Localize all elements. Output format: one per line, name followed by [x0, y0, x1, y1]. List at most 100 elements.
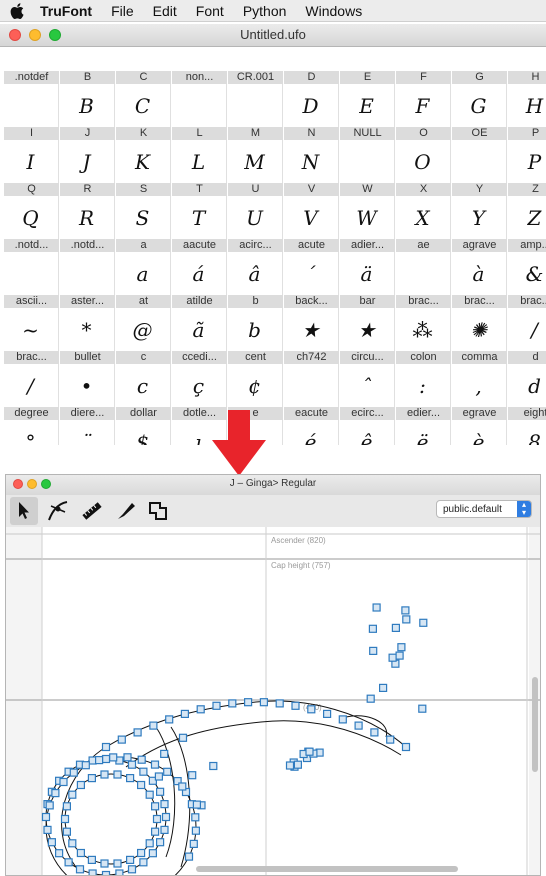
point-marker[interactable]	[45, 801, 54, 810]
point-marker[interactable]	[391, 623, 400, 633]
menu-app-name[interactable]: TruFont	[40, 3, 92, 19]
knife-tool-button[interactable]	[112, 497, 140, 525]
glyph-cell[interactable]: brac... ✺	[451, 295, 507, 352]
glyph-cell[interactable]: HH	[507, 71, 546, 128]
glyph-cell[interactable]: aster... *	[59, 295, 115, 352]
point-marker[interactable]	[191, 826, 200, 835]
point-marker[interactable]	[69, 768, 78, 777]
point-marker[interactable]	[156, 838, 165, 847]
point-marker[interactable]	[151, 802, 160, 811]
glyph-cell[interactable]: cc	[115, 351, 171, 408]
glyph-cell[interactable]: back... ★	[283, 295, 339, 352]
point-marker[interactable]	[59, 777, 68, 787]
glyph-cell[interactable]: amp...&	[507, 239, 546, 296]
glyph-cell[interactable]: .notd...	[3, 239, 59, 296]
point-marker[interactable]	[101, 870, 111, 876]
menu-edit[interactable]: Edit	[153, 3, 177, 19]
glyph-cell[interactable]: KK	[115, 127, 171, 184]
point-marker[interactable]	[152, 814, 162, 824]
point-marker[interactable]	[386, 735, 395, 744]
point-marker[interactable]	[139, 767, 148, 776]
glyph-cell[interactable]: .notd...	[59, 239, 115, 296]
point-marker[interactable]	[307, 705, 316, 714]
point-marker[interactable]	[259, 698, 268, 707]
point-marker[interactable]	[113, 770, 122, 779]
glyph-cell[interactable]: FF	[395, 71, 451, 128]
point-marker[interactable]	[115, 869, 124, 875]
point-marker[interactable]	[43, 825, 52, 834]
point-marker[interactable]	[372, 603, 381, 612]
point-marker[interactable]	[180, 709, 189, 718]
glyph-cell[interactable]: NULL	[339, 127, 395, 184]
glyph-cell[interactable]: atilde ã	[171, 295, 227, 352]
glyph-cell[interactable]: adier... ä	[339, 239, 395, 296]
glyph-cell[interactable]: CR.001	[227, 71, 283, 128]
apple-menu-icon[interactable]	[10, 2, 24, 19]
point-marker[interactable]	[275, 699, 284, 708]
glyph-cell[interactable]: egrave è	[451, 407, 507, 445]
glyph-cell[interactable]: colon:	[395, 351, 451, 408]
overview-titlebar[interactable]: Untitled.ufo	[0, 24, 546, 47]
point-marker[interactable]	[160, 749, 169, 758]
point-marker[interactable]	[62, 827, 72, 836]
point-marker[interactable]	[178, 782, 187, 791]
glyph-cell[interactable]: aacute á	[171, 239, 227, 296]
point-marker[interactable]	[149, 721, 158, 730]
glyph-cell[interactable]: circu... ˆ	[339, 351, 395, 408]
point-marker[interactable]	[338, 715, 347, 724]
point-marker[interactable]	[402, 615, 411, 624]
glyph-cell[interactable]: at @	[115, 295, 171, 352]
point-marker[interactable]	[151, 827, 160, 836]
glyph-cell[interactable]: bar ★	[339, 295, 395, 352]
menu-windows[interactable]: Windows	[305, 3, 362, 19]
horizontal-scrollbar[interactable]	[196, 866, 458, 872]
point-marker[interactable]	[368, 624, 377, 633]
point-marker[interactable]	[419, 618, 428, 627]
glyph-cell[interactable]: TT	[171, 183, 227, 240]
glyph-cell[interactable]: brac.../	[3, 351, 59, 408]
point-marker[interactable]	[397, 643, 406, 652]
point-marker[interactable]	[323, 709, 332, 718]
shapes-tool-button[interactable]	[144, 497, 172, 525]
point-marker[interactable]	[156, 787, 165, 796]
point-marker[interactable]	[293, 760, 302, 769]
point-marker[interactable]	[81, 761, 90, 770]
point-marker[interactable]	[369, 646, 378, 656]
glyph-cell[interactable]: EE	[339, 71, 395, 128]
point-marker[interactable]	[94, 756, 104, 765]
glyph-cell[interactable]: OE	[451, 127, 507, 184]
selection-tool-button[interactable]	[10, 497, 38, 525]
layer-select[interactable]: public.default ▴ ▾	[436, 500, 532, 518]
glyph-cell[interactable]: ch742	[283, 351, 339, 408]
pen-tool-button[interactable]	[44, 497, 72, 525]
point-marker[interactable]	[401, 606, 410, 615]
glyph-cell[interactable]: aa	[115, 239, 171, 296]
point-marker[interactable]	[305, 747, 314, 756]
glyph-cell[interactable]: RR	[59, 183, 115, 240]
point-marker[interactable]	[125, 855, 135, 864]
glyph-cell[interactable]: dollar $	[115, 407, 171, 445]
point-marker[interactable]	[291, 701, 300, 710]
point-marker[interactable]	[160, 825, 169, 834]
glyph-cell[interactable]: WW	[339, 183, 395, 240]
point-marker[interactable]	[191, 813, 200, 822]
glyph-cell[interactable]: QQ	[3, 183, 59, 240]
point-marker[interactable]	[87, 855, 97, 864]
point-marker[interactable]	[101, 742, 111, 752]
glyph-canvas[interactable]: Ascender (820) Cap height (757) (400)	[6, 527, 540, 875]
glyph-cell[interactable]: brac.../	[507, 295, 546, 352]
menu-font[interactable]: Font	[196, 3, 224, 19]
point-marker[interactable]	[163, 767, 172, 776]
point-marker[interactable]	[60, 814, 70, 824]
glyph-cell[interactable]: BB	[59, 71, 115, 128]
point-marker[interactable]	[154, 772, 163, 781]
glyph-cell[interactable]: II	[3, 127, 59, 184]
point-marker[interactable]	[148, 849, 157, 858]
glyph-cell[interactable]: SS	[115, 183, 171, 240]
point-marker[interactable]	[192, 800, 201, 809]
glyph-cell[interactable]: YY	[451, 183, 507, 240]
point-marker[interactable]	[196, 705, 205, 714]
point-marker[interactable]	[88, 869, 97, 875]
glyph-cell[interactable]: bullet •	[59, 351, 115, 408]
point-marker[interactable]	[62, 802, 72, 811]
